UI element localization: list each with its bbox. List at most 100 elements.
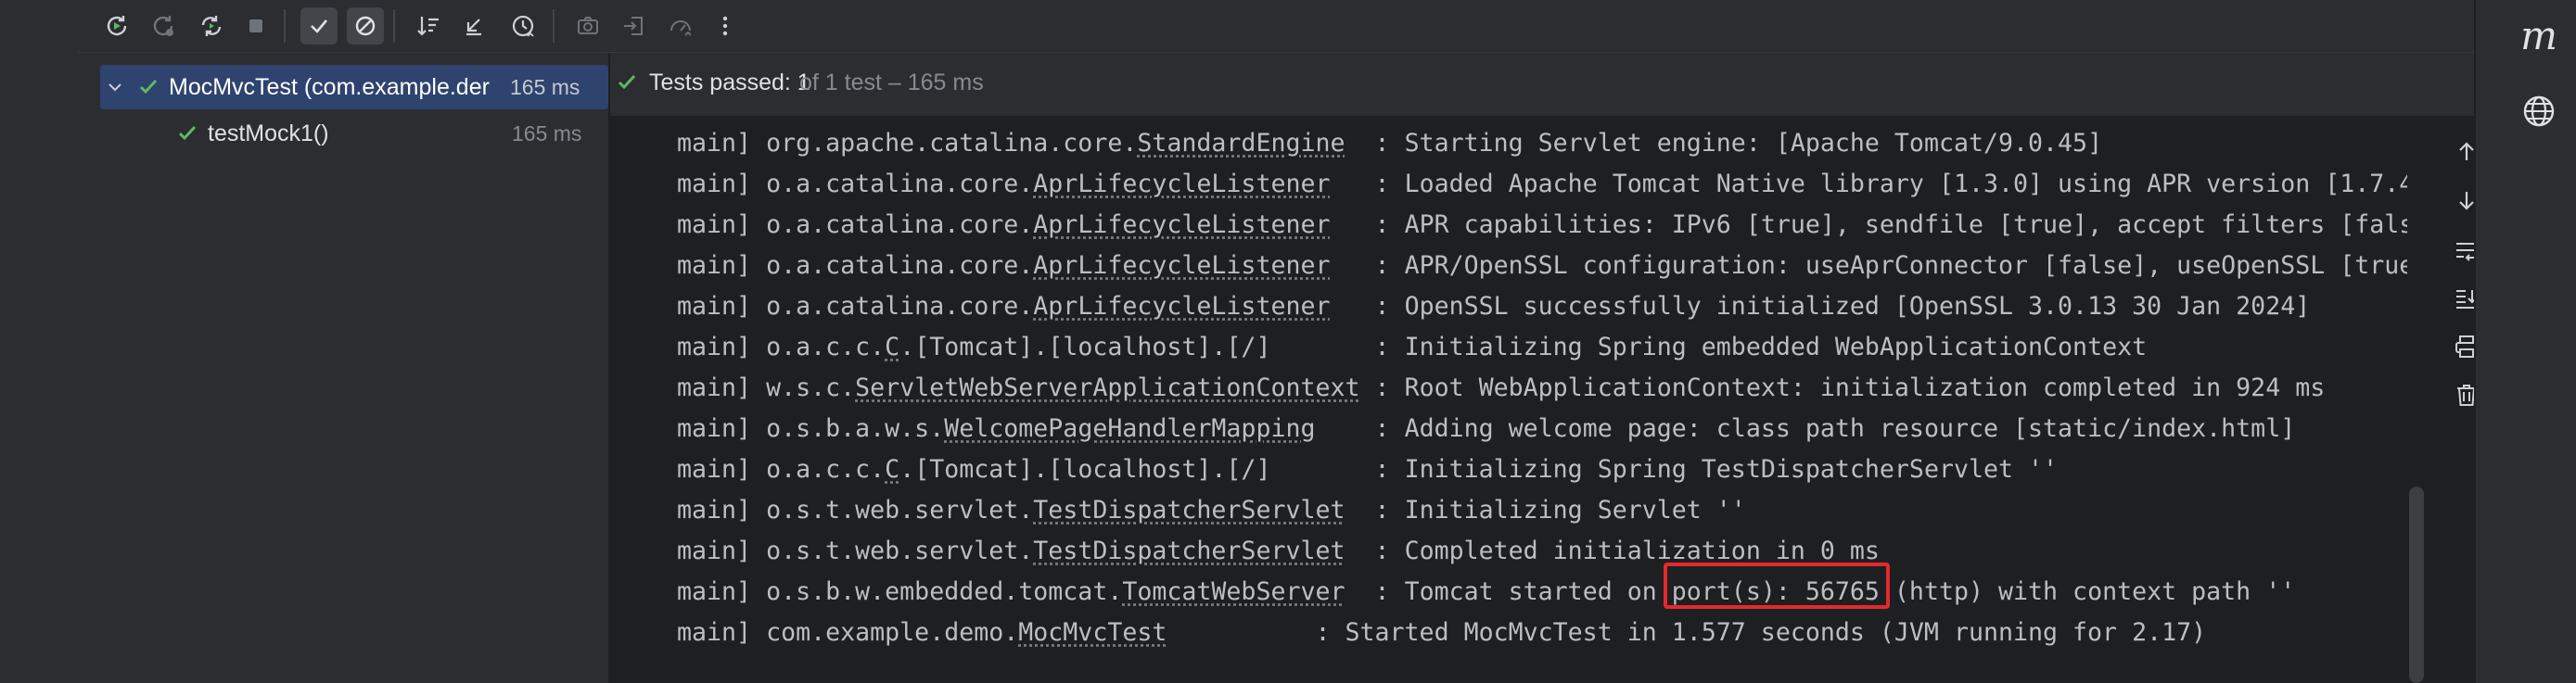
history-icon [512, 15, 534, 37]
log-pad [1345, 496, 1375, 525]
m-icon[interactable]: m [2519, 13, 2559, 58]
log-pkg: o.s.t.web.servlet. [766, 537, 1034, 565]
import-icon [624, 17, 643, 35]
screenshot-button[interactable] [569, 7, 606, 44]
log-pad: .[Tomcat].[localhost].[/] [899, 455, 1375, 484]
stop-icon [249, 19, 262, 32]
rerun-failed-icon [153, 16, 173, 36]
log-msg: : Starting Servlet engine: [Apache Tomca… [1374, 129, 2103, 158]
port-highlight-box [1664, 563, 1890, 609]
log-pkg: w.s.c. [766, 373, 856, 402]
show-ignored-toggle[interactable] [347, 7, 384, 44]
log-pkg: o.a.c.c. [766, 333, 886, 361]
chevron-down-icon[interactable] [106, 78, 124, 96]
log-thread: main] [677, 496, 767, 525]
log-line: main] o.a.catalina.core.AprLifecycleList… [677, 246, 2409, 286]
history-button[interactable] [504, 7, 542, 44]
rerun-button[interactable] [98, 7, 135, 44]
log-line: main] o.a.c.c.C.[Tomcat].[localhost].[/]… [677, 449, 2058, 490]
log-pkg: o.a.catalina.core. [766, 251, 1034, 280]
coverage-icon [670, 20, 692, 36]
test-runner-toolbar [78, 0, 2474, 53]
log-thread: main] [677, 455, 767, 484]
log-pad [1345, 577, 1375, 606]
toolbar-separator [553, 9, 555, 43]
log-cls[interactable]: TestDispatcherServlet [1033, 537, 1345, 565]
tree-item-root[interactable]: MocMvcTest (com.example.der 165 ms [100, 65, 608, 109]
pass-check-icon [618, 74, 636, 90]
pass-check-icon [139, 79, 158, 95]
log-cls[interactable]: AprLifecycleListener [1033, 292, 1330, 321]
sort-button[interactable] [410, 7, 447, 44]
log-msg: : Started MocMvcTest in 1.577 seconds (J… [1315, 618, 2207, 647]
log-pkg: o.a.catalina.core. [766, 170, 1034, 198]
collapse-button[interactable] [456, 7, 493, 44]
log-msg: : Initializing Spring TestDispatcherServ… [1374, 455, 2059, 484]
show-passed-toggle[interactable] [300, 7, 338, 44]
tree-root-label: MocMvcTest (com.example.der [169, 73, 490, 100]
log-cls[interactable]: StandardEngine [1137, 129, 1345, 158]
log-pad [1331, 292, 1375, 321]
log-thread: main] [677, 210, 767, 239]
log-msg: : Initializing Spring embedded WebApplic… [1374, 333, 2148, 361]
checkmark-icon [311, 19, 327, 33]
log-msg: : Root WebApplicationContext: initializa… [1374, 373, 2326, 402]
ignored-icon [355, 16, 376, 36]
log-pad [1167, 618, 1315, 647]
log-thread: main] [677, 577, 767, 606]
log-thread: main] [677, 170, 767, 198]
toggle-auto-test-button[interactable] [193, 7, 230, 44]
log-pad [1360, 373, 1375, 402]
toolbar-separator [393, 9, 395, 43]
log-pkg: o.a.catalina.core. [766, 210, 1034, 239]
log-pkg: o.a.c.c. [766, 455, 886, 484]
log-thread: main] [677, 537, 767, 565]
log-cls[interactable]: AprLifecycleListener [1033, 251, 1330, 280]
log-thread: main] [677, 373, 767, 402]
more-options-button[interactable] [707, 7, 744, 44]
log-pad [1316, 414, 1375, 443]
log-pad [1331, 251, 1375, 280]
rerun-icon [107, 16, 127, 36]
tree-item-child[interactable]: testMock1() 165 ms [22, 111, 608, 156]
coverage-button[interactable] [662, 7, 699, 44]
stop-button[interactable] [237, 7, 274, 44]
log-cls[interactable]: AprLifecycleListener [1033, 170, 1330, 198]
tree-root-time: 165 ms [510, 74, 580, 99]
log-cls[interactable]: AprLifecycleListener [1033, 210, 1330, 239]
log-thread: main] [677, 618, 767, 647]
log-msg: : Adding welcome page: class path resour… [1374, 414, 2296, 443]
log-thread: main] [677, 251, 767, 280]
log-pad [1345, 537, 1375, 565]
globe-icon[interactable] [2520, 93, 2557, 130]
log-line: main] o.s.b.a.w.s.WelcomePageHandlerMapp… [677, 409, 2295, 449]
log-cls[interactable]: MocMvcTest [1018, 618, 1167, 647]
log-cls[interactable]: TestDispatcherServlet [1033, 496, 1345, 525]
tree-child-time: 165 ms [512, 120, 582, 145]
log-thread: main] [677, 292, 767, 321]
console-output[interactable]: main] org.apache.catalina.core.StandardE… [610, 116, 2409, 683]
collapse-icon [466, 19, 481, 36]
log-cls[interactable]: C [885, 333, 899, 361]
log-thread: main] [677, 333, 767, 361]
log-cls[interactable]: C [885, 455, 899, 484]
log-pkg: o.s.b.w.embedded.tomcat. [766, 577, 1123, 606]
log-pkg: o.s.t.web.servlet. [766, 496, 1034, 525]
log-cls[interactable]: ServletWebServerApplicationContext [855, 373, 1359, 402]
log-msg: : Completed initialization in 0 ms [1374, 537, 1880, 565]
tests-passed-text: Tests passed: 1 [649, 70, 810, 95]
console-scrollbar-thumb[interactable] [2409, 487, 2424, 683]
log-cls[interactable]: TomcatWebServer [1122, 577, 1345, 606]
test-status-header: Tests passed: 1 of 1 test – 165 ms [610, 53, 2474, 116]
log-line: main] o.a.catalina.core.AprLifecycleList… [677, 286, 2310, 327]
toggle-auto-test-icon [201, 16, 222, 36]
log-msg: : APR/OpenSSL configuration: useAprConne… [1374, 251, 2409, 280]
log-cls[interactable]: WelcomePageHandlerMapping [944, 414, 1315, 443]
import-button[interactable] [616, 7, 653, 44]
log-pad [1331, 210, 1375, 239]
toolbar-separator [284, 9, 286, 43]
log-pkg: com.example.demo. [766, 618, 1019, 647]
log-line: main] com.example.demo.MocMvcTest : Star… [677, 613, 2206, 653]
log-line: main] org.apache.catalina.core.StandardE… [677, 123, 2102, 164]
rerun-failed-button[interactable] [145, 7, 182, 44]
